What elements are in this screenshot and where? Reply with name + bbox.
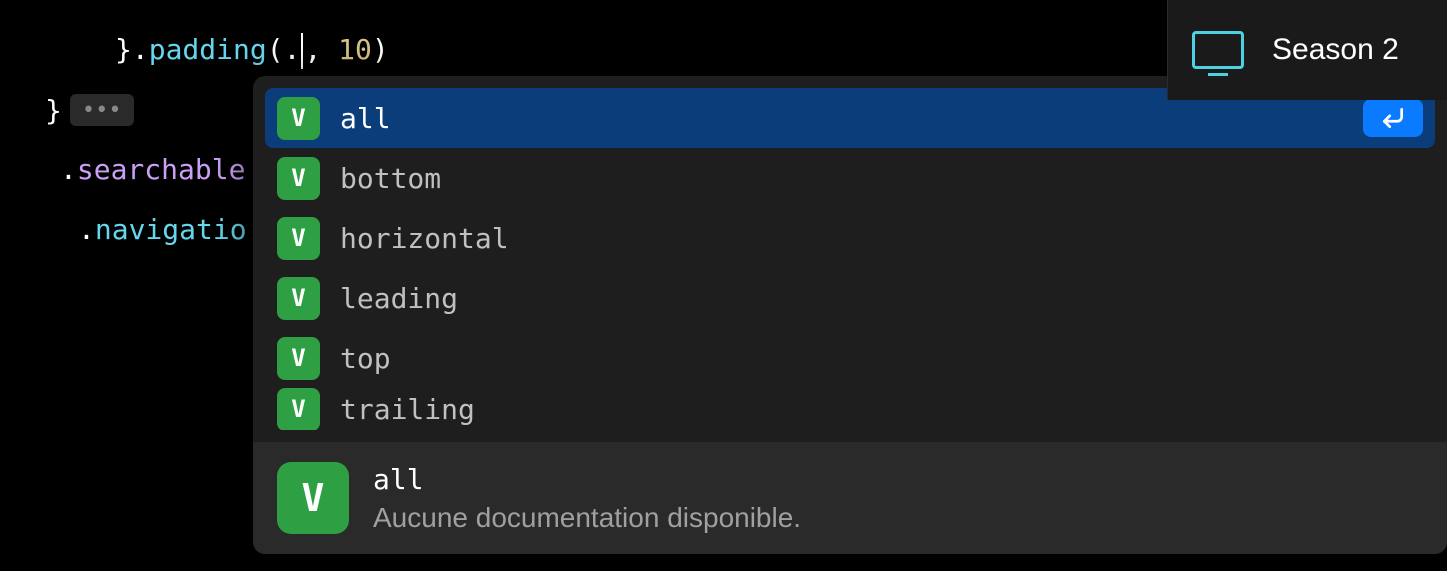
type-badge-icon: V — [277, 97, 320, 140]
autocomplete-label: all — [340, 102, 1363, 135]
monitor-icon[interactable] — [1192, 31, 1244, 69]
code-method: searchable — [77, 153, 246, 186]
code-dot: . — [78, 213, 95, 246]
documentation-panel: V all Aucune documentation disponible. — [253, 442, 1447, 554]
autocomplete-label: horizontal — [340, 222, 1423, 255]
doc-text: all Aucune documentation disponible. — [373, 463, 801, 534]
doc-subtitle: Aucune documentation disponible. — [373, 502, 801, 534]
code-dot: . — [60, 153, 77, 186]
autocomplete-label: leading — [340, 282, 1423, 315]
autocomplete-item-top[interactable]: V top — [265, 328, 1435, 388]
autocomplete-label: top — [340, 342, 1423, 375]
type-badge-icon: V — [277, 462, 349, 534]
code-brace: }. — [115, 33, 149, 66]
autocomplete-item-leading[interactable]: V leading — [265, 268, 1435, 328]
preview-panel-header: Season 2 — [1167, 0, 1447, 100]
type-badge-icon: V — [277, 217, 320, 260]
type-badge-icon: V — [277, 337, 320, 380]
code-line[interactable]: }.padding(., 10) — [0, 20, 1120, 80]
code-method: padding — [149, 33, 267, 66]
code-method: navigatio — [95, 213, 247, 246]
autocomplete-item-trailing[interactable]: V trailing — [265, 388, 1435, 430]
autocomplete-popup: V all V bottom V horizontal V leading V … — [253, 76, 1447, 554]
autocomplete-item-bottom[interactable]: V bottom — [265, 148, 1435, 208]
autocomplete-label: trailing — [340, 393, 1423, 426]
code-fold-indicator[interactable]: ••• — [70, 94, 134, 126]
type-badge-icon: V — [277, 277, 320, 320]
code-comma: , — [304, 33, 338, 66]
enter-key-icon — [1363, 99, 1423, 137]
autocomplete-label: bottom — [340, 162, 1423, 195]
autocomplete-list: V all V bottom V horizontal V leading V … — [253, 76, 1447, 442]
type-badge-icon: V — [277, 388, 320, 430]
type-badge-icon: V — [277, 157, 320, 200]
code-brace: } — [45, 94, 62, 127]
code-paren: ) — [372, 33, 389, 66]
autocomplete-item-horizontal[interactable]: V horizontal — [265, 208, 1435, 268]
code-paren: (. — [267, 33, 301, 66]
doc-title: all — [373, 463, 801, 496]
preview-title: Season 2 — [1272, 33, 1399, 67]
code-number: 10 — [338, 33, 372, 66]
